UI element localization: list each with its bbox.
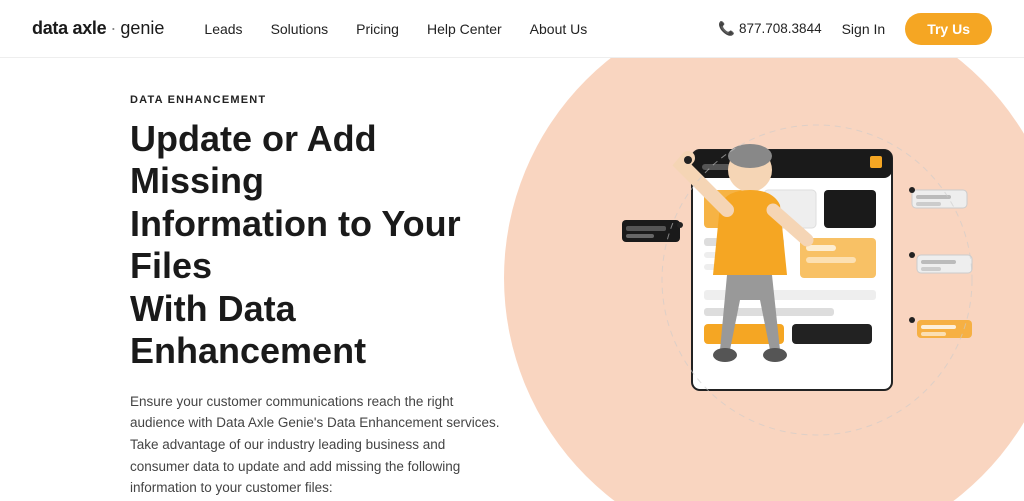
nav-link-about-us[interactable]: About Us bbox=[530, 21, 588, 37]
try-us-button[interactable]: Try Us bbox=[905, 13, 992, 45]
phone-icon: 📞 bbox=[718, 21, 735, 37]
heading-line1: Update or Add Missing bbox=[130, 118, 377, 201]
hero-left: DATA ENHANCEMENT Update or Add Missing I… bbox=[0, 58, 540, 501]
hero-right bbox=[540, 58, 1024, 501]
nav-links: Leads Solutions Pricing Help Center Abou… bbox=[204, 21, 718, 37]
section-label: DATA ENHANCEMENT bbox=[130, 94, 500, 106]
nav-link-pricing[interactable]: Pricing bbox=[356, 21, 399, 37]
nav-link-leads[interactable]: Leads bbox=[204, 21, 242, 37]
logo-separator: · bbox=[110, 18, 116, 39]
nav-right: 📞 877.708.3844 Sign In Try Us bbox=[718, 13, 992, 45]
navbar: data axle · genie Leads Solutions Pricin… bbox=[0, 0, 1024, 58]
main-heading: Update or Add Missing Information to You… bbox=[130, 118, 500, 373]
heading-line2: Information to Your Files bbox=[130, 203, 461, 286]
logo-brand: data axle bbox=[32, 18, 106, 39]
nav-phone[interactable]: 📞 877.708.3844 bbox=[718, 21, 821, 37]
nav-link-solutions[interactable]: Solutions bbox=[271, 21, 329, 37]
nav-phone-number: 877.708.3844 bbox=[739, 21, 822, 36]
hero-description: Ensure your customer communications reac… bbox=[130, 391, 500, 499]
main-content: DATA ENHANCEMENT Update or Add Missing I… bbox=[0, 58, 1024, 501]
nav-link-help-center[interactable]: Help Center bbox=[427, 21, 502, 37]
signin-link[interactable]: Sign In bbox=[842, 21, 886, 37]
heading-line3: With Data Enhancement bbox=[130, 288, 366, 371]
hero-illustration bbox=[572, 90, 992, 470]
logo-product: genie bbox=[120, 18, 164, 39]
logo: data axle · genie bbox=[32, 18, 164, 39]
